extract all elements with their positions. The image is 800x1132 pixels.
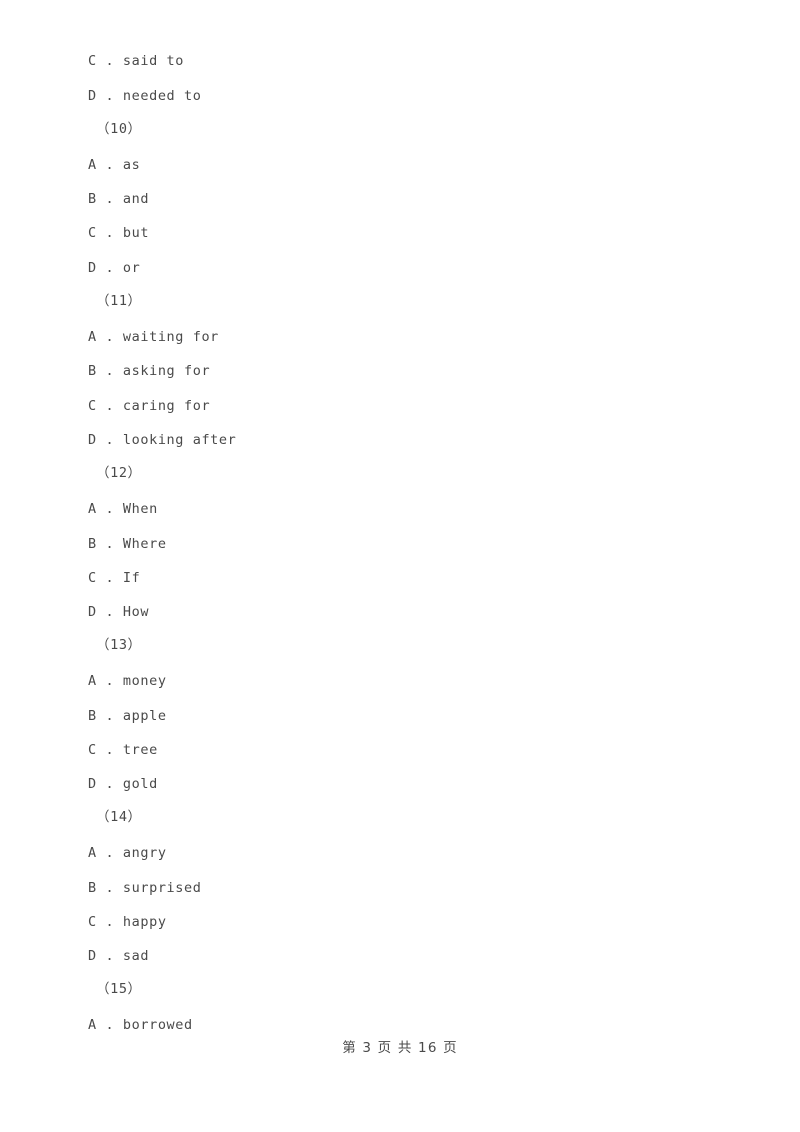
answer-option: A . When <box>88 501 158 517</box>
answer-option: A . waiting for <box>88 329 219 345</box>
page-footer: 第 3 页 共 16 页 <box>342 1040 458 1056</box>
answer-option: A . angry <box>88 845 167 861</box>
question-number: （13） <box>96 637 142 653</box>
answer-option: B . and <box>88 191 150 207</box>
answer-option: C . caring for <box>88 398 211 414</box>
answer-option: C . happy <box>88 914 167 930</box>
answer-option: D . needed to <box>88 88 202 104</box>
question-number: （12） <box>96 465 142 481</box>
question-number: （11） <box>96 293 142 309</box>
answer-option: B . asking for <box>88 363 211 379</box>
answer-option: C . tree <box>88 742 158 758</box>
answer-option: D . or <box>88 260 141 276</box>
answer-option: B . Where <box>88 536 167 552</box>
answer-option: C . said to <box>88 53 185 69</box>
question-number: （10） <box>96 121 142 137</box>
answer-option: B . surprised <box>88 880 202 896</box>
answer-option: A . as <box>88 157 141 173</box>
answer-option: B . apple <box>88 708 167 724</box>
answer-option: A . borrowed <box>88 1017 193 1033</box>
answer-option: D . How <box>88 604 150 620</box>
question-number: （14） <box>96 809 142 825</box>
answer-option: D . gold <box>88 776 158 792</box>
answer-option: C . but <box>88 225 150 241</box>
answer-option: D . sad <box>88 948 150 964</box>
answer-option: A . money <box>88 673 167 689</box>
question-number: （15） <box>96 981 142 997</box>
answer-option: D . looking after <box>88 432 237 448</box>
answer-option: C . If <box>88 570 141 586</box>
document-page: C . said to D . needed to （10） A . as B . an… <box>0 0 800 1132</box>
